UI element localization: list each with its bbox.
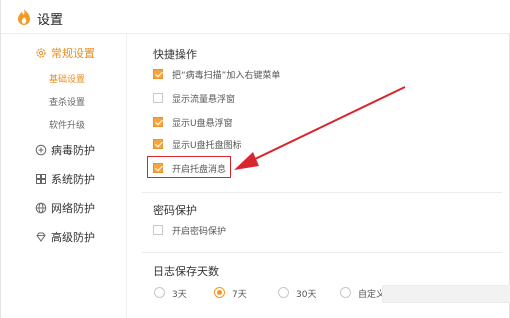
sidebar-item-label: 常规设置: [51, 47, 95, 60]
sidebar-subitem-basic-settings[interactable]: 基础设置: [49, 72, 85, 85]
sidebar-subitem-software-update[interactable]: 软件升级: [49, 118, 85, 131]
option-show-usb-float-window[interactable]: 显示U盘悬浮窗: [153, 114, 233, 130]
section-divider: [142, 252, 502, 253]
diamond-icon: [36, 232, 46, 242]
radio-3-days[interactable]: [154, 287, 165, 298]
option-show-usb-tray-icon[interactable]: 显示U盘托盘图标: [153, 136, 242, 152]
system-icon: [36, 174, 46, 184]
option-label: 显示U盘托盘图标: [172, 140, 242, 151]
checkbox[interactable]: [153, 139, 163, 149]
sidebar-item-system-protection[interactable]: 系统防护: [1, 168, 127, 190]
custom-days-input[interactable]: [382, 285, 510, 303]
radio-label: 自定义: [358, 290, 386, 300]
option-show-traffic-float-window[interactable]: 显示流量悬浮窗: [153, 90, 235, 106]
radio-7-days[interactable]: [214, 287, 225, 298]
sidebar-subitem-scan-settings[interactable]: 查杀设置: [49, 95, 85, 108]
sidebar-item-label: 系统防护: [51, 173, 95, 186]
app-logo-icon: [18, 9, 30, 25]
sidebar-item-label: 病毒防护: [51, 144, 95, 157]
plus-circle-icon: [35, 144, 47, 156]
checkbox[interactable]: [153, 225, 163, 235]
option-label: 开启密码保护: [172, 226, 227, 237]
highlight-annotation-box: [147, 156, 231, 178]
radio-label: 3天: [172, 290, 187, 300]
title-bar: 设置: [1, 0, 510, 34]
checkbox[interactable]: [153, 93, 163, 103]
section-title-log-days: 日志保存天数: [153, 265, 219, 278]
section-title-password: 密码保护: [153, 204, 197, 217]
option-label: 显示流量悬浮窗: [172, 94, 236, 105]
settings-window: 设置 常规设置 基础设置 查杀设置 软件升级 病毒防护 系统防护 网络防护 高级…: [0, 0, 510, 318]
section-title-shortcuts: 快捷操作: [153, 48, 197, 61]
sidebar: 常规设置 基础设置 查杀设置 软件升级 病毒防护 系统防护 网络防护 高级防护: [1, 34, 127, 318]
radio-label: 30天: [296, 290, 317, 300]
section-divider: [142, 192, 502, 193]
checkbox[interactable]: [153, 69, 163, 79]
sidebar-item-advanced-protection[interactable]: 高级防护: [1, 226, 127, 248]
option-add-scan-to-context-menu[interactable]: 把“病毒扫描”加入右键菜单: [153, 66, 280, 82]
sidebar-item-label: 网络防护: [51, 202, 95, 215]
radio-label: 7天: [232, 290, 247, 300]
option-label: 显示U盘悬浮窗: [172, 118, 233, 129]
sidebar-item-network-protection[interactable]: 网络防护: [1, 197, 127, 219]
window-title: 设置: [37, 13, 64, 28]
sidebar-item-virus-protection[interactable]: 病毒防护: [1, 139, 127, 161]
radio-30-days[interactable]: [278, 287, 289, 298]
checkbox[interactable]: [153, 117, 163, 127]
sidebar-item-label: 高级防护: [51, 231, 95, 244]
log-days-radio-group: 3天 7天 30天 自定义: [154, 285, 510, 303]
sidebar-item-general-settings[interactable]: 常规设置: [1, 42, 127, 64]
globe-icon: [35, 202, 47, 214]
gear-icon: [36, 48, 46, 58]
option-enable-password-protection[interactable]: 开启密码保护: [153, 222, 226, 238]
radio-custom[interactable]: [340, 287, 351, 298]
option-label: 把“病毒扫描”加入右键菜单: [172, 70, 281, 81]
